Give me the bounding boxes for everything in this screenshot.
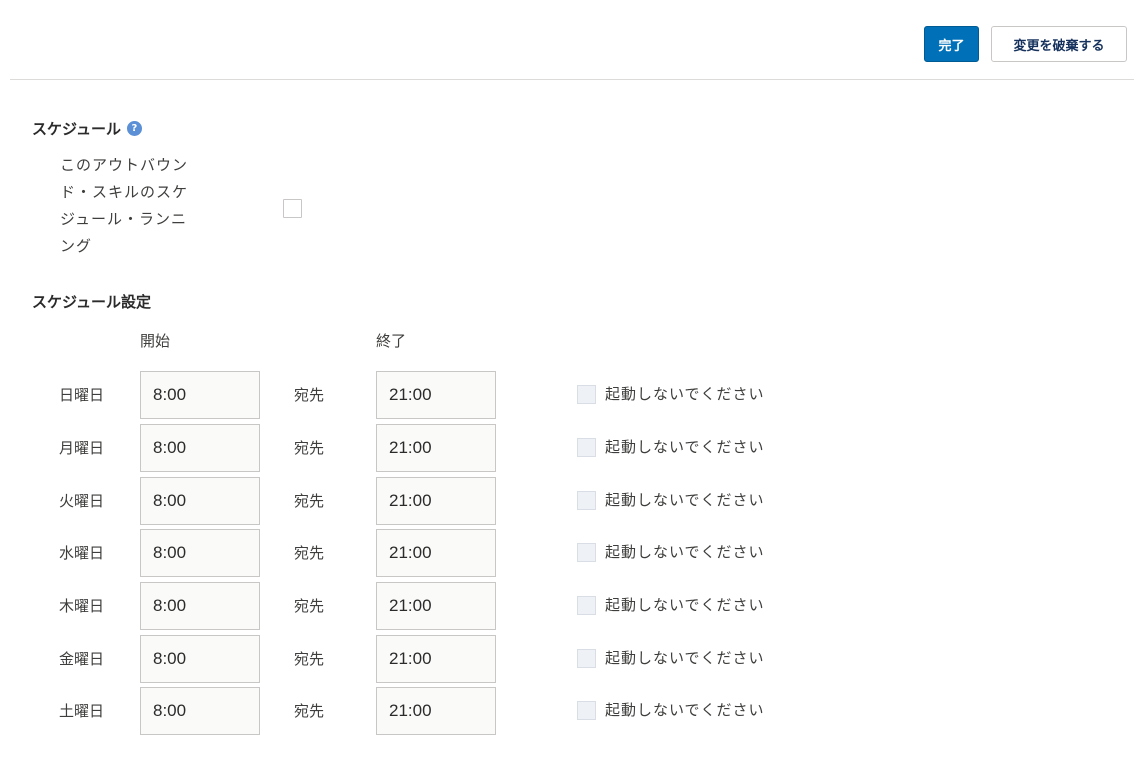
schedule-row: 金曜日 8:00 宛先 21:00 起動しないでください	[0, 635, 1146, 683]
day-label: 土曜日	[59, 702, 105, 720]
schedule-row: 土曜日 8:00 宛先 21:00 起動しないでください	[0, 687, 1146, 735]
day-label: 火曜日	[59, 492, 105, 510]
do-not-start-label: 起動しないでください	[605, 701, 765, 719]
do-not-start-checkbox[interactable]	[577, 385, 596, 404]
do-not-start-label: 起動しないでください	[605, 649, 765, 667]
do-not-start-label: 起動しないでください	[605, 438, 765, 456]
start-time-input[interactable]: 8:00	[140, 371, 260, 419]
start-column-header: 開始	[140, 332, 171, 350]
end-time-input[interactable]: 21:00	[376, 477, 496, 525]
schedule-title-text: スケジュール	[32, 120, 121, 138]
done-button[interactable]: 完了	[924, 26, 979, 62]
end-column-header: 終了	[376, 332, 407, 350]
do-not-start-checkbox[interactable]	[577, 596, 596, 615]
discard-changes-button[interactable]: 変更を破棄する	[991, 26, 1127, 62]
day-label: 月曜日	[59, 439, 105, 457]
top-toolbar: 完了 変更を破棄する	[0, 0, 1146, 80]
schedule-section-title: スケジュール ?	[32, 118, 142, 139]
to-label: 宛先	[294, 650, 325, 668]
do-not-start-checkbox[interactable]	[577, 543, 596, 562]
start-time-input[interactable]: 8:00	[140, 687, 260, 735]
to-label: 宛先	[294, 386, 325, 404]
end-time-input[interactable]: 21:00	[376, 687, 496, 735]
day-label: 日曜日	[59, 386, 105, 404]
to-label: 宛先	[294, 492, 325, 510]
schedule-enable-checkbox[interactable]	[283, 199, 302, 218]
to-label: 宛先	[294, 702, 325, 720]
end-time-input[interactable]: 21:00	[376, 371, 496, 419]
to-label: 宛先	[294, 597, 325, 615]
schedule-row: 日曜日 8:00 宛先 21:00 起動しないでください	[0, 371, 1146, 419]
do-not-start-label: 起動しないでください	[605, 596, 765, 614]
day-label: 金曜日	[59, 650, 105, 668]
start-time-input[interactable]: 8:00	[140, 477, 260, 525]
schedule-row: 月曜日 8:00 宛先 21:00 起動しないでください	[0, 424, 1146, 472]
day-label: 木曜日	[59, 597, 105, 615]
schedule-row: 火曜日 8:00 宛先 21:00 起動しないでください	[0, 477, 1146, 525]
day-label: 水曜日	[59, 544, 105, 562]
do-not-start-label: 起動しないでください	[605, 491, 765, 509]
do-not-start-checkbox[interactable]	[577, 649, 596, 668]
do-not-start-label: 起動しないでください	[605, 543, 765, 561]
schedule-enable-label: このアウトバウンド・スキルのスケジュール・ランニング	[60, 156, 189, 255]
do-not-start-label: 起動しないでください	[605, 385, 765, 403]
start-time-input[interactable]: 8:00	[140, 635, 260, 683]
toolbar-divider	[10, 79, 1134, 80]
start-time-input[interactable]: 8:00	[140, 582, 260, 630]
end-time-input[interactable]: 21:00	[376, 424, 496, 472]
to-label: 宛先	[294, 439, 325, 457]
end-time-input[interactable]: 21:00	[376, 582, 496, 630]
end-time-input[interactable]: 21:00	[376, 635, 496, 683]
end-time-input[interactable]: 21:00	[376, 529, 496, 577]
help-icon[interactable]: ?	[126, 121, 142, 136]
to-label: 宛先	[294, 544, 325, 562]
schedule-row: 水曜日 8:00 宛先 21:00 起動しないでください	[0, 529, 1146, 577]
do-not-start-checkbox[interactable]	[577, 701, 596, 720]
do-not-start-checkbox[interactable]	[577, 438, 596, 457]
schedule-row: 木曜日 8:00 宛先 21:00 起動しないでください	[0, 582, 1146, 630]
start-time-input[interactable]: 8:00	[140, 424, 260, 472]
start-time-input[interactable]: 8:00	[140, 529, 260, 577]
do-not-start-checkbox[interactable]	[577, 491, 596, 510]
schedule-settings-title: スケジュール設定	[32, 293, 151, 311]
